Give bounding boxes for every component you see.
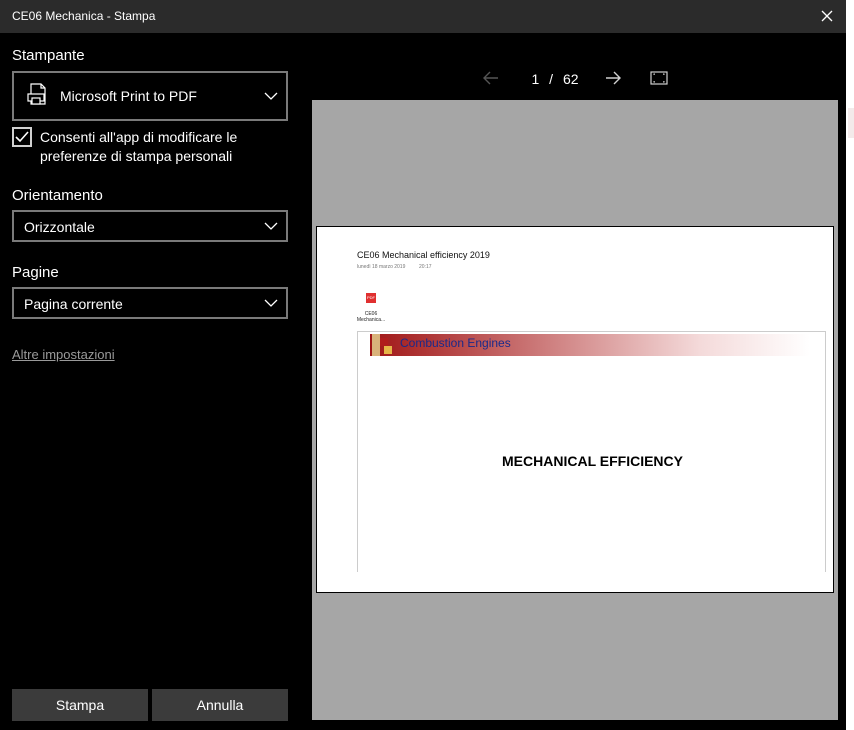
chevron-down-icon [264,92,278,100]
printer-icon [27,83,46,105]
banner-text: Combustion Engines [400,336,511,350]
pages-value: Pagina corrente [24,296,123,312]
checkmark-icon [15,131,29,143]
cancel-button[interactable]: Annulla [152,689,288,721]
arrow-left-icon[interactable] [481,68,501,88]
doc-time: 20:17 [419,264,432,270]
settings-panel: Stampante Microsoft Print to PDF Consent… [0,33,300,730]
chevron-down-icon [264,299,278,307]
fit-page-icon[interactable] [650,68,668,88]
banner-logo [372,334,380,356]
page-current: 1 [531,71,540,87]
doc-date: lunedì 18 marzo 2019 [357,264,406,270]
chevron-down-icon [264,222,278,230]
print-preview: CE06 Mechanical efficiency 2019 lunedì 1… [312,100,838,720]
banner-logo [380,338,388,346]
printer-label: Stampante [12,47,85,64]
pages-select[interactable]: Pagina corrente [12,287,288,319]
doc-title: CE06 Mechanical efficiency 2019 [357,250,490,260]
print-button[interactable]: Stampa [12,689,148,721]
pages-label: Pagine [12,264,59,281]
orientation-label: Orientamento [12,187,103,204]
more-settings-link[interactable]: Altre impostazioni [12,347,115,362]
slide-frame: Combustion Engines MECHANICAL EFFICIENCY [357,331,826,572]
page-separator: / [549,71,554,87]
window-title: CE06 Mechanica - Stampa [12,9,156,23]
orientation-select[interactable]: Orizzontale [12,210,288,242]
pdf-attachment-icon: PDF [366,293,376,303]
preview-page: CE06 Mechanical efficiency 2019 lunedì 1… [316,226,834,593]
allow-prefs-checkbox[interactable] [12,127,32,147]
arrow-right-icon[interactable] [603,68,623,88]
banner-logo [384,346,392,354]
background-window-strip [846,0,854,730]
allow-prefs-label: Consenti all'app di modificare le prefer… [40,129,238,164]
close-icon[interactable] [818,7,836,25]
page-total: 62 [562,71,579,87]
printer-select[interactable]: Microsoft Print to PDF [12,71,288,121]
printer-value: Microsoft Print to PDF [60,88,197,104]
slide-title: MECHANICAL EFFICIENCY [502,453,683,469]
orientation-value: Orizzontale [24,219,95,235]
page-counter: 1 / 62 [520,71,590,87]
title-bar: CE06 Mechanica - Stampa [0,0,846,33]
attachment-name: CE06 Mechanica... [356,311,386,323]
